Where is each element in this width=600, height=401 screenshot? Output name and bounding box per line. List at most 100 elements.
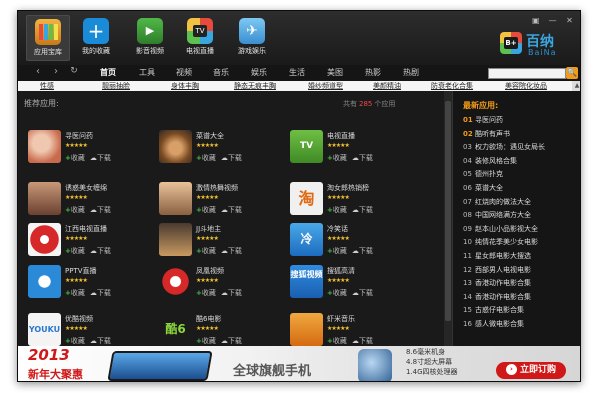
tab-music[interactable]: 音乐 bbox=[213, 67, 229, 78]
app-thumbnail[interactable] bbox=[28, 130, 61, 163]
app-name[interactable]: 诱惑美女缠绵 bbox=[65, 183, 107, 193]
latest-app-name[interactable]: 装修风格合集 bbox=[475, 157, 517, 165]
favorite-button[interactable]: +收藏 bbox=[327, 336, 347, 346]
forward-arrow-icon[interactable]: › bbox=[50, 66, 62, 77]
app-card[interactable]: 激情热舞视频 ★★★★★ +收藏 ☁下载 bbox=[159, 182, 279, 228]
latest-app-item[interactable]: 10 纯情花季美少女电影 bbox=[463, 237, 538, 247]
latest-app-name[interactable]: 权力欲场：遇见女局长 bbox=[475, 143, 545, 151]
app-thumbnail[interactable] bbox=[28, 182, 61, 215]
favorite-button[interactable]: +收藏 bbox=[327, 153, 347, 163]
app-card[interactable]: 江西电视直播 ★★★★★ +收藏 ☁下载 bbox=[28, 223, 148, 269]
download-button[interactable]: ☁下载 bbox=[90, 246, 111, 256]
games-button[interactable]: 游戏娱乐 bbox=[230, 15, 274, 61]
tab-entertainment[interactable]: 娱乐 bbox=[251, 67, 267, 78]
app-thumbnail[interactable]: YOUKU bbox=[28, 313, 61, 346]
latest-app-item[interactable]: 16 感人微电影合集 bbox=[463, 319, 524, 329]
download-button[interactable]: ☁下载 bbox=[352, 246, 373, 256]
favorite-button[interactable]: +收藏 bbox=[327, 205, 347, 215]
app-card[interactable]: 诱惑美女缠绵 ★★★★★ +收藏 ☁下载 bbox=[28, 182, 148, 228]
latest-app-name[interactable]: 星女郎电影大搜选 bbox=[475, 252, 531, 260]
favorite-button[interactable]: +收藏 bbox=[65, 336, 85, 346]
app-name[interactable]: 搜狐高清 bbox=[327, 266, 355, 276]
latest-app-name[interactable]: 菜谱大全 bbox=[475, 184, 503, 192]
latest-app-name[interactable]: 红烧肉的做法大全 bbox=[475, 198, 531, 206]
app-thumbnail[interactable]: 冷 bbox=[290, 223, 323, 256]
download-button[interactable]: ☁下载 bbox=[221, 336, 242, 346]
favorite-button[interactable]: +收藏 bbox=[65, 288, 85, 298]
download-button[interactable]: ☁下载 bbox=[90, 205, 111, 215]
latest-app-item[interactable]: 11 星女郎电影大搜选 bbox=[463, 251, 531, 261]
subnav-link[interactable]: 婚纱频道型 bbox=[308, 81, 343, 91]
latest-app-item[interactable]: 12 西部男人电视电影 bbox=[463, 265, 531, 275]
app-card[interactable]: 寻医问药 ★★★★★ +收藏 ☁下载 bbox=[28, 130, 148, 176]
latest-app-name[interactable]: 香港动作电影合集 bbox=[475, 279, 531, 287]
app-thumbnail[interactable] bbox=[159, 265, 192, 298]
latest-app-item[interactable]: 13 香港动作电影合集 bbox=[463, 278, 531, 288]
subnav-link[interactable]: 性感 bbox=[40, 81, 54, 91]
download-button[interactable]: ☁下载 bbox=[352, 205, 373, 215]
app-name[interactable]: JJ斗地主 bbox=[196, 224, 221, 234]
app-card[interactable]: PPTV直播 ★★★★★ +收藏 ☁下载 bbox=[28, 265, 148, 311]
favorite-button[interactable]: +收藏 bbox=[196, 205, 216, 215]
latest-app-item[interactable]: 03 权力欲场：遇见女局长 bbox=[463, 142, 545, 152]
restore-icon[interactable]: ▣ bbox=[529, 15, 542, 26]
latest-app-item[interactable]: 09 赵本山小品影视大全 bbox=[463, 224, 538, 234]
latest-app-name[interactable]: 德州扑克 bbox=[475, 170, 503, 178]
latest-app-item[interactable]: 04 装修风格合集 bbox=[463, 156, 517, 166]
app-name[interactable]: 淘女郎热销榜 bbox=[327, 183, 369, 193]
app-thumbnail[interactable] bbox=[159, 223, 192, 256]
latest-app-name[interactable]: 古惑仔电影合集 bbox=[475, 306, 524, 314]
app-thumbnail[interactable]: 淘 bbox=[290, 182, 323, 215]
search-input[interactable] bbox=[488, 68, 566, 79]
video-button[interactable]: 影音视频 bbox=[128, 15, 172, 61]
app-library-button[interactable]: 应用宝库 bbox=[26, 15, 70, 61]
latest-app-name[interactable]: 酷听有声书 bbox=[475, 130, 510, 138]
latest-app-item[interactable]: 06 菜谱大全 bbox=[463, 183, 503, 193]
latest-app-name[interactable]: 西部男人电视电影 bbox=[475, 266, 531, 274]
app-name[interactable]: PPTV直播 bbox=[65, 266, 97, 276]
app-card[interactable]: JJ斗地主 ★★★★★ +收藏 ☁下载 bbox=[159, 223, 279, 269]
favorite-button[interactable]: +收藏 bbox=[327, 246, 347, 256]
app-card[interactable]: 搜狐视频 搜狐高清 ★★★★★ +收藏 ☁下载 bbox=[290, 265, 410, 311]
favorite-button[interactable]: +收藏 bbox=[196, 153, 216, 163]
download-button[interactable]: ☁下载 bbox=[352, 153, 373, 163]
download-button[interactable]: ☁下载 bbox=[221, 205, 242, 215]
favorite-button[interactable]: +收藏 bbox=[65, 153, 85, 163]
app-thumbnail[interactable] bbox=[159, 130, 192, 163]
download-button[interactable]: ☁下载 bbox=[90, 288, 111, 298]
tab-video[interactable]: 视频 bbox=[176, 67, 192, 78]
app-card[interactable]: TV 电视直播 ★★★★★ +收藏 ☁下载 bbox=[290, 130, 410, 176]
app-thumbnail[interactable]: 酷6 bbox=[159, 313, 192, 346]
order-now-button[interactable]: › 立即订购 bbox=[496, 362, 566, 379]
app-name[interactable]: 酷6电影 bbox=[196, 314, 221, 324]
latest-app-name[interactable]: 中国网络满方大全 bbox=[475, 211, 531, 219]
favorite-button[interactable]: +收藏 bbox=[327, 288, 347, 298]
tv-live-button[interactable]: 电视直播 bbox=[178, 15, 222, 61]
latest-app-item[interactable]: 08 中国网络满方大全 bbox=[463, 210, 531, 220]
favorite-button[interactable]: +收藏 bbox=[196, 336, 216, 346]
subnav-link[interactable]: 身体丰胸 bbox=[171, 81, 199, 91]
main-scrollbar[interactable] bbox=[444, 91, 452, 346]
tab-hot-movies[interactable]: 热影 bbox=[365, 67, 381, 78]
back-arrow-icon[interactable]: ‹ bbox=[32, 66, 44, 77]
favorite-button[interactable]: +收藏 bbox=[65, 205, 85, 215]
tab-home[interactable]: 首页 bbox=[100, 67, 116, 78]
latest-app-name[interactable]: 赵本山小品影视大全 bbox=[475, 225, 538, 233]
minimize-icon[interactable]: — bbox=[546, 15, 559, 26]
latest-app-item[interactable]: 02 酷听有声书 bbox=[463, 129, 510, 139]
download-button[interactable]: ☁下载 bbox=[90, 153, 111, 163]
app-name[interactable]: 江西电视直播 bbox=[65, 224, 107, 234]
app-thumbnail[interactable]: 搜狐视频 bbox=[290, 265, 323, 298]
download-button[interactable]: ☁下载 bbox=[352, 288, 373, 298]
latest-app-item[interactable]: 14 香港动作电影合集 bbox=[463, 292, 531, 302]
subnav-link[interactable]: 靓丽抽脸 bbox=[102, 81, 130, 91]
app-thumbnail[interactable] bbox=[28, 223, 61, 256]
subnav-link[interactable]: 美容院化妆品 bbox=[505, 81, 547, 91]
app-thumbnail[interactable] bbox=[290, 313, 323, 346]
tab-hot-series[interactable]: 热剧 bbox=[403, 67, 419, 78]
app-name[interactable]: 菜谱大全 bbox=[196, 131, 224, 141]
app-name[interactable]: 冷笑话 bbox=[327, 224, 348, 234]
subnav-scroll-arrow-icon[interactable]: ▲ bbox=[572, 81, 580, 91]
latest-app-name[interactable]: 香港动作电影合集 bbox=[475, 293, 531, 301]
app-name[interactable]: 电视直播 bbox=[327, 131, 355, 141]
